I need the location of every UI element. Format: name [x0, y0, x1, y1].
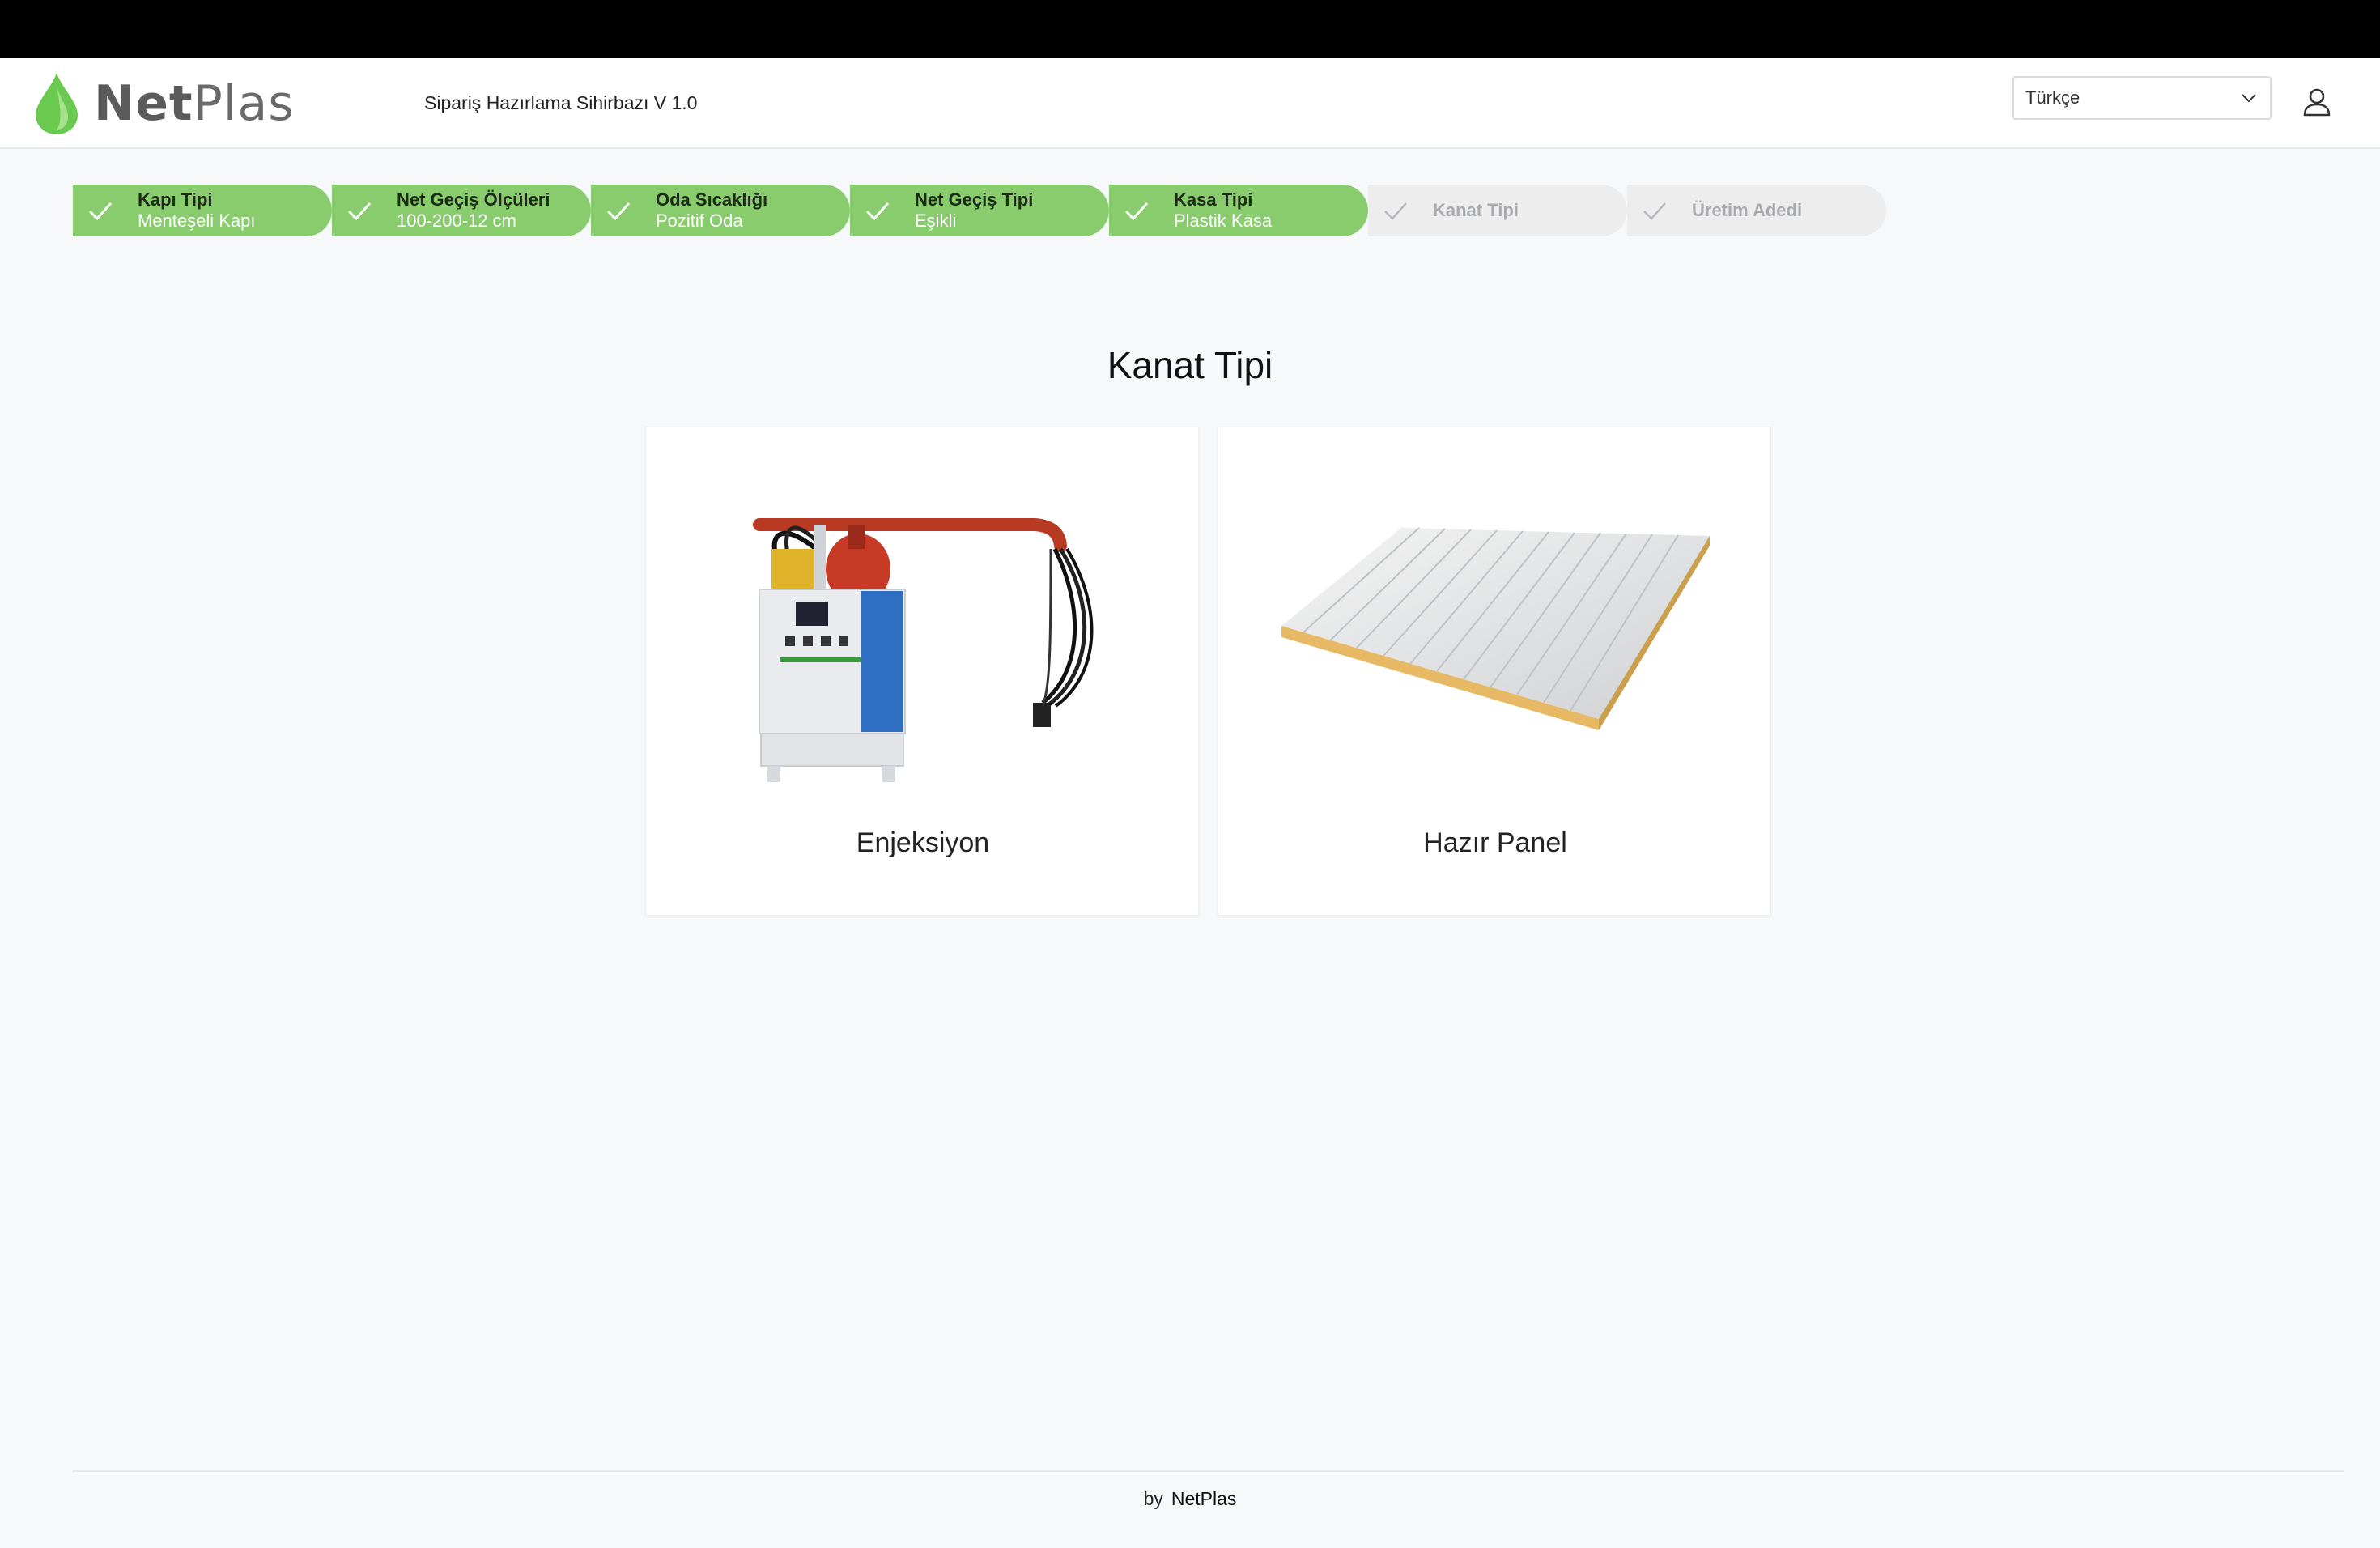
injection-machine-image [753, 518, 1094, 782]
netplas-logo[interactable]: NetPlas [34, 71, 294, 136]
step-value: Eşikli [915, 211, 957, 231]
option-card-hazir-panel[interactable]: Hazır Panel [1218, 427, 1771, 916]
option-label: Hazır Panel [1423, 827, 1567, 858]
step-value: 100-200-12 cm [397, 211, 516, 231]
top-black-bar [0, 0, 2380, 58]
step-kanat-tipi: Kanat Tipi [1368, 185, 1627, 236]
header: NetPlas Sipariş Hazırlama Sihirbazı V 1.… [0, 58, 2380, 149]
language-select[interactable]: Türkçe [2012, 76, 2272, 120]
step-label: Net Geçiş Ölçüleri [397, 189, 550, 210]
check-icon [1384, 202, 1407, 220]
check-icon [88, 202, 113, 221]
footer-divider [73, 1470, 2344, 1472]
option-card-enjeksiyon[interactable]: Enjeksiyon [645, 427, 1199, 916]
page-title: Kanat Tipi [1107, 344, 1273, 386]
check-icon [1643, 202, 1666, 220]
drop-logo-icon [36, 73, 78, 134]
wizard-stepper: Kapı Tipi Menteşeli Kapı Net Geçiş Ölçüle… [73, 185, 1886, 236]
app-title: Sipariş Hazırlama Sihirbazı V 1.0 [424, 92, 698, 113]
footer-brand: NetPlas [1171, 1488, 1237, 1509]
check-icon [1124, 202, 1149, 221]
step-label: Kapı Tipi [138, 189, 213, 210]
logo-wordmark: NetPlas [94, 75, 295, 132]
step-kapi-tipi[interactable]: Kapı Tipi Menteşeli Kapı [73, 185, 332, 236]
step-net-gecis-tipi[interactable]: Net Geçiş Tipi Eşikli [850, 185, 1109, 236]
sandwich-panel-image [1281, 527, 1710, 730]
step-label: Üretim Adedi [1692, 200, 1803, 220]
language-select-value: Türkçe [2025, 87, 2080, 108]
step-kasa-tipi[interactable]: Kasa Tipi Plastik Kasa [1109, 185, 1368, 236]
user-account-button[interactable] [2299, 84, 2335, 120]
chevron-down-icon [2242, 94, 2256, 103]
user-icon [2303, 88, 2331, 117]
step-label: Kanat Tipi [1433, 200, 1519, 220]
check-icon [347, 202, 372, 221]
check-icon [606, 202, 631, 221]
step-label: Kasa Tipi [1174, 189, 1253, 210]
footer-by: by [1143, 1488, 1163, 1509]
check-icon [865, 202, 890, 221]
step-uretim-adedi: Üretim Adedi [1627, 185, 1886, 236]
step-label: Net Geçiş Tipi [915, 189, 1034, 210]
step-value: Menteşeli Kapı [138, 211, 256, 231]
step-net-gecis-olculeri[interactable]: Net Geçiş Ölçüleri 100-200-12 cm [332, 185, 591, 236]
footer: by NetPlas [0, 1488, 2380, 1510]
step-oda-sicakligi[interactable]: Oda Sıcaklığı Pozitif Oda [591, 185, 850, 236]
step-value: Plastik Kasa [1174, 211, 1273, 231]
step-label: Oda Sıcaklığı [656, 189, 768, 210]
option-label: Enjeksiyon [856, 827, 990, 858]
step-value: Pozitif Oda [656, 211, 743, 231]
